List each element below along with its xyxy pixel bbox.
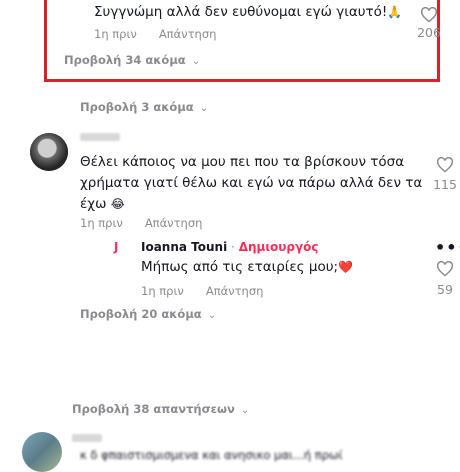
chevron-down-icon: ⌄ [240,405,250,416]
creator-badge: Δημιουργός [238,240,319,254]
thread-view-more[interactable]: Προβολή 3 ακόμα ⌄ [80,100,208,114]
top-comment-time: 1η πριν [94,27,137,41]
reply-time: 1η πριν [141,284,184,298]
comment-2-meta: 1η πριν Απάντηση [80,216,224,230]
chevron-down-icon: ⌄ [191,56,201,67]
top-comment-heart-icon[interactable] [420,7,438,23]
comment-2-reply-button[interactable]: Απάντηση [145,216,203,230]
reply-author[interactable]: Ioanna Touni [141,240,227,254]
reply-like-count: 59 [437,282,453,297]
creator-avatar[interactable]: J [114,240,128,254]
reply-header: Ioanna Touni · Δημιουργός [141,240,319,254]
comment-2-time: 1η πριν [80,216,123,230]
comment-2-text: Θέλει κάποιος να μου πει που τα βρίσκουν… [80,154,423,212]
top-comment-reply-button[interactable]: Απάντηση [159,27,217,41]
reply-view-more[interactable]: Προβολή 20 ακόμα ⌄ [80,307,216,321]
more-options-icon[interactable]: ••• [435,238,460,257]
reply-meta: 1η πριν Απάντηση [141,284,285,298]
top-comment-meta: 1η πριν Απάντηση [94,27,238,41]
comment-2-like-count: 115 [433,177,457,192]
reply-reply-button[interactable]: Απάντηση [206,284,264,298]
comment-2-heart-icon[interactable] [436,157,454,173]
reply-text: Μήπως από τις εταιρίες μου;❤️ [141,259,354,275]
replies-view-more[interactable]: Προβολή 38 απαντήσεων ⌄ [72,402,249,416]
chevron-down-icon: ⌄ [199,103,209,114]
top-comment-view-more[interactable]: Προβολή 34 ακόμα ⌄ [64,53,200,67]
reply-heart-icon[interactable] [436,261,454,277]
avatar[interactable] [22,432,62,472]
comment-author-redacted [72,434,102,442]
top-comment-text: Συγγνώμη αλλά δεν ευθύνομαι εγώ γιαυτό!🙏 [94,4,403,20]
avatar[interactable] [30,133,68,171]
top-comment-like-count: 206 [417,25,441,40]
chevron-down-icon: ⌄ [207,310,217,321]
comment-author-redacted [80,133,120,141]
